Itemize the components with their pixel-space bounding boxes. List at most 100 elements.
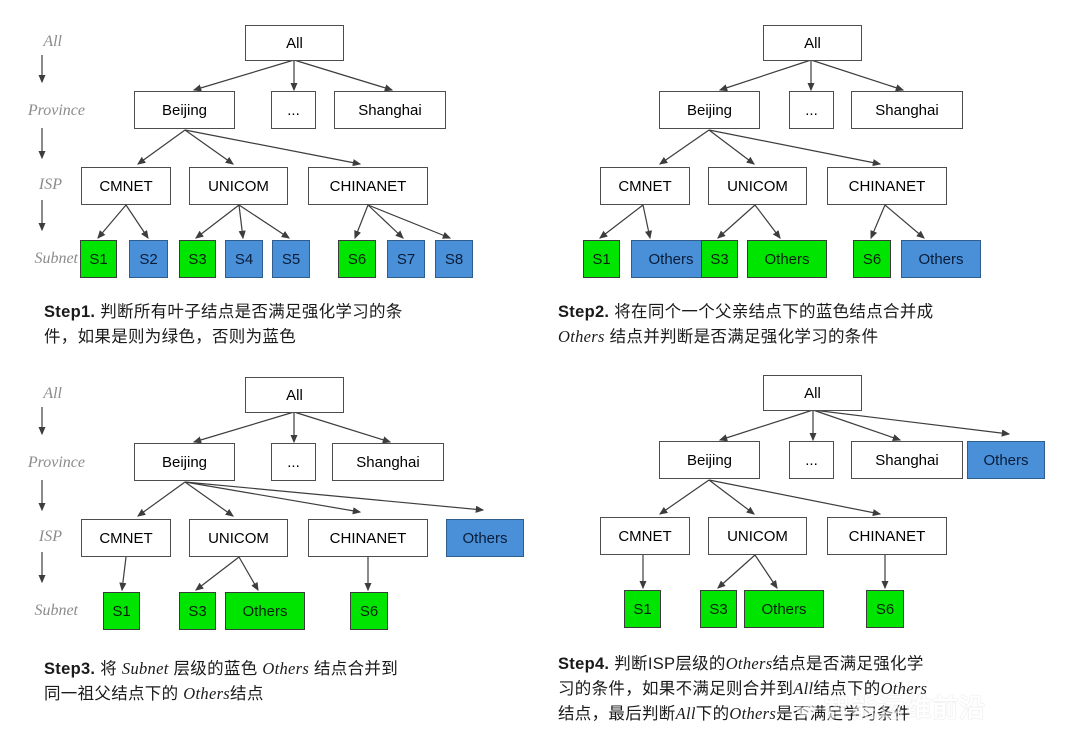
- caption-step1: Step1. 判断所有叶子结点是否满足强化学习的条 件，如果是则为绿色，否则为蓝…: [44, 300, 544, 350]
- node-cmnet[interactable]: CMNET: [600, 517, 690, 555]
- node-all[interactable]: All: [763, 25, 862, 61]
- caption-step2-line2-italic: Others: [558, 326, 605, 346]
- leaf-node-others-unicom[interactable]: Others: [225, 592, 305, 630]
- leaf-node-s1[interactable]: S1: [80, 240, 117, 278]
- leaf-node-others-chinanet[interactable]: Others: [901, 240, 981, 278]
- axis-label-isp: ISP: [38, 528, 62, 545]
- caption-step2-line2-rest: 结点并判断是否满足强化学习的条件: [604, 327, 879, 346]
- node-shanghai[interactable]: Shanghai: [851, 441, 963, 479]
- leaf-node-s3[interactable]: S3: [179, 592, 216, 630]
- node-chinanet[interactable]: CHINANET: [308, 519, 428, 557]
- node-unicom[interactable]: UNICOM: [189, 519, 288, 557]
- caption-step4-line1-pre: 判断ISP层级的: [614, 655, 726, 673]
- node-ellipsis[interactable]: ...: [789, 441, 834, 479]
- node-beijing[interactable]: Beijing: [659, 91, 760, 129]
- axis-label-subnet: Subnet: [34, 602, 78, 619]
- caption-step4-line3-italic-others: Others: [729, 703, 777, 723]
- panel-step4: All Beijing ... Shanghai Others CMNET UN…: [540, 352, 1080, 728]
- caption-step3-line1-pre: 将: [100, 660, 122, 678]
- node-ellipsis[interactable]: ...: [789, 91, 834, 129]
- node-cmnet[interactable]: CMNET: [81, 519, 171, 557]
- caption-step1-line2: 件，如果是则为绿色，否则为蓝色: [44, 327, 296, 346]
- node-all[interactable]: All: [245, 25, 344, 61]
- caption-step4-line2-italic-all: All: [793, 678, 814, 698]
- leaf-node-s3[interactable]: S3: [701, 240, 738, 278]
- node-chinanet[interactable]: CHINANET: [827, 517, 947, 555]
- node-cmnet[interactable]: CMNET: [600, 167, 690, 205]
- leaf-node-s1[interactable]: S1: [583, 240, 620, 278]
- caption-step2-line1: 将在同个一个父亲结点下的蓝色结点合并成: [614, 303, 934, 321]
- node-all[interactable]: All: [763, 375, 862, 411]
- node-cmnet[interactable]: CMNET: [81, 167, 171, 205]
- caption-step4-line3-italic-all: All: [675, 703, 696, 723]
- caption-step4: Step4. 判断ISP层级的Others结点是否满足强化学 习的条件，如果不满…: [558, 652, 1073, 726]
- panel-step2: All Beijing ... Shanghai CMNET UNICOM CH…: [540, 0, 1080, 376]
- caption-step3-line1-mid: 层级的蓝色: [168, 660, 263, 678]
- axis-label-all: All: [43, 385, 62, 402]
- caption-step4-line2-italic-others: Others: [880, 678, 928, 698]
- axis-label-province: Province: [27, 454, 85, 471]
- tree-diagram-step4: All Beijing ... Shanghai Others CMNET UN…: [540, 352, 1080, 642]
- leaf-node-s6[interactable]: S6: [338, 240, 376, 278]
- panel-step3: All Province ISP Subnet All Beijing ... …: [0, 352, 540, 728]
- leaf-node-others-cmnet[interactable]: Others: [631, 240, 711, 278]
- caption-step3-italic-subnet: Subnet: [121, 659, 169, 678]
- leaf-node-s6[interactable]: S6: [350, 592, 388, 630]
- axis-label-subnet: Subnet: [34, 250, 78, 267]
- step-label-2: Step2.: [558, 303, 610, 321]
- leaf-node-others-unicom[interactable]: Others: [747, 240, 827, 278]
- node-chinanet[interactable]: CHINANET: [827, 167, 947, 205]
- node-all[interactable]: All: [245, 377, 344, 413]
- node-shanghai[interactable]: Shanghai: [332, 443, 444, 481]
- caption-step1-line1: 判断所有叶子结点是否满足强化学习的条: [100, 303, 403, 321]
- tree-diagram-step2: All Beijing ... Shanghai CMNET UNICOM CH…: [540, 0, 1080, 290]
- leaf-node-s3[interactable]: S3: [179, 240, 216, 278]
- caption-step3-line2-post: 结点: [230, 684, 264, 703]
- leaf-node-s2[interactable]: S2: [129, 240, 168, 278]
- axis-label-all: All: [43, 33, 62, 50]
- axis-label-isp: ISP: [38, 176, 62, 193]
- leaf-node-s6[interactable]: S6: [866, 590, 904, 628]
- leaf-node-s4[interactable]: S4: [225, 240, 263, 278]
- caption-step3-line2-pre: 同一祖父结点下的: [44, 684, 184, 703]
- caption-step4-line1-italic: Others: [725, 654, 773, 673]
- caption-step3: Step3. 将 Subnet 层级的蓝色 Others 结点合并到 同一祖父结…: [44, 657, 544, 707]
- node-ellipsis[interactable]: ...: [271, 91, 316, 129]
- caption-step2: Step2. 将在同个一个父亲结点下的蓝色结点合并成 Others 结点并判断是…: [558, 300, 1058, 350]
- node-unicom[interactable]: UNICOM: [708, 167, 807, 205]
- leaf-node-s3[interactable]: S3: [700, 590, 737, 628]
- node-beijing[interactable]: Beijing: [134, 91, 235, 129]
- node-shanghai[interactable]: Shanghai: [851, 91, 963, 129]
- caption-step3-line1-post: 结点合并到: [309, 660, 399, 678]
- node-ellipsis[interactable]: ...: [271, 443, 316, 481]
- step-label-4: Step4.: [558, 655, 610, 673]
- caption-step3-line2-italic: Others: [183, 683, 231, 703]
- step-label-1: Step1.: [44, 303, 96, 321]
- caption-step4-line3-pre: 结点，最后判断: [558, 704, 676, 723]
- leaf-node-s8[interactable]: S8: [435, 240, 473, 278]
- node-shanghai[interactable]: Shanghai: [334, 91, 446, 129]
- leaf-node-s5[interactable]: S5: [272, 240, 310, 278]
- node-beijing[interactable]: Beijing: [659, 441, 760, 479]
- leaf-node-others-unicom[interactable]: Others: [744, 590, 824, 628]
- leaf-node-s1[interactable]: S1: [624, 590, 661, 628]
- node-isp-others[interactable]: Others: [446, 519, 524, 557]
- caption-step4-line2-pre: 习的条件，如果不满足则合并到: [558, 679, 794, 698]
- leaf-node-s1[interactable]: S1: [103, 592, 140, 630]
- axis-label-province: Province: [27, 102, 85, 119]
- tree-diagram-step1: All Province ISP Subnet All Beijing ... …: [0, 0, 540, 290]
- leaf-node-s7[interactable]: S7: [387, 240, 425, 278]
- leaf-node-s6[interactable]: S6: [853, 240, 891, 278]
- caption-step3-italic-others: Others: [262, 659, 310, 678]
- node-unicom[interactable]: UNICOM: [189, 167, 288, 205]
- caption-step4-line3-post: 是否满足学习条件: [776, 704, 911, 723]
- node-province-others[interactable]: Others: [967, 441, 1045, 479]
- node-chinanet[interactable]: CHINANET: [308, 167, 428, 205]
- figure-root: All Province ISP Subnet All Beijing ... …: [0, 0, 1080, 753]
- node-unicom[interactable]: UNICOM: [708, 517, 807, 555]
- panel-step1: All Province ISP Subnet All Beijing ... …: [0, 0, 540, 376]
- step-label-3: Step3.: [44, 660, 96, 678]
- node-beijing[interactable]: Beijing: [134, 443, 235, 481]
- tree-diagram-step3: All Province ISP Subnet All Beijing ... …: [0, 352, 540, 642]
- caption-step4-line2-mid: 结点下的: [813, 679, 881, 698]
